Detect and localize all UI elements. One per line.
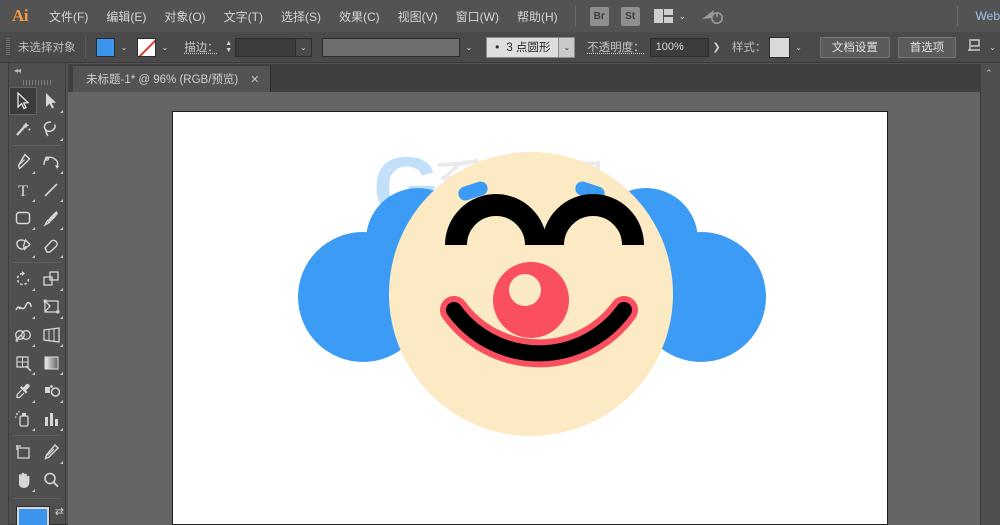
illustrator-window: Ai 文件(F) 编辑(E) 对象(O) 文字(T) 选择(S) 效果(C) 视…	[0, 0, 1000, 525]
tools-panel-collapse-button[interactable]: ◂◂	[9, 63, 65, 77]
artboard[interactable]: G 系统网 system.com	[172, 111, 888, 525]
pen-tool[interactable]	[9, 148, 37, 176]
gradient-tool[interactable]	[37, 349, 65, 377]
stroke-weight-label[interactable]: 描边：	[184, 39, 219, 55]
artboard-tool[interactable]	[9, 438, 37, 466]
right-panel-dock[interactable]: ⌃	[980, 64, 1000, 525]
column-graph-tool[interactable]	[37, 405, 65, 433]
direct-selection-tool[interactable]	[37, 87, 65, 115]
stroke-weight-chevron-down-icon[interactable]: ⌄	[296, 37, 312, 57]
control-divider-1	[85, 36, 87, 58]
menu-type[interactable]: 文字(T)	[215, 0, 272, 32]
menu-edit[interactable]: 编辑(E)	[97, 0, 155, 32]
style-label: 样式：	[731, 42, 767, 54]
tools-divider-4	[13, 498, 61, 499]
tools-divider-2	[13, 262, 61, 263]
fill-stroke-color-picker: ⇄	[9, 503, 68, 525]
artwork-clown-face[interactable]: G 系统网 system.com	[173, 112, 889, 525]
eyedropper-tool[interactable]	[9, 377, 37, 405]
style-chevron-down-icon[interactable]: ⌄	[791, 38, 806, 57]
svg-text:T: T	[18, 183, 28, 199]
type-tool[interactable]: T	[9, 176, 37, 204]
rotate-tool[interactable]	[9, 265, 37, 293]
opacity-label[interactable]: 不透明度：	[587, 39, 645, 55]
free-transform-tool[interactable]	[37, 293, 65, 321]
selection-status-label: 未选择对象	[17, 42, 76, 54]
app-logo-icon: Ai	[12, 6, 29, 25]
curvature-tool[interactable]	[37, 148, 65, 176]
preferences-button[interactable]: 首选项	[897, 36, 957, 58]
tools-panel-grip[interactable]	[9, 77, 65, 87]
stroke-profile-label: 3 点圆形	[506, 42, 551, 54]
canvas-area[interactable]: G 系统网 system.com	[68, 92, 980, 525]
creative-cloud-sync-icon[interactable]	[700, 7, 726, 25]
symbol-sprayer-tool[interactable]	[9, 405, 37, 433]
bridge-button[interactable]: Br	[589, 6, 609, 26]
tools-grid: T	[9, 87, 65, 494]
document-tab-bar: 未标题-1* @ 96% (RGB/预览) ✕	[68, 64, 1000, 92]
hand-tool[interactable]	[9, 466, 37, 494]
menu-view[interactable]: 视图(V)	[389, 0, 447, 32]
menu-bar: Ai 文件(F) 编辑(E) 对象(O) 文字(T) 选择(S) 效果(C) 视…	[0, 0, 1000, 32]
menubar-divider-1	[574, 6, 576, 26]
tools-divider-1	[13, 145, 61, 146]
brush-definition-field[interactable]	[321, 37, 461, 57]
shaper-tool[interactable]	[9, 232, 37, 260]
magic-wand-tool[interactable]	[9, 115, 37, 143]
stroke-swatch-none[interactable]	[137, 37, 157, 57]
align-flag-icon[interactable]	[966, 37, 984, 58]
line-segment-tool[interactable]	[37, 176, 65, 204]
graphic-style-swatch[interactable]	[769, 36, 791, 58]
control-bar-grip[interactable]	[6, 38, 10, 56]
lasso-tool[interactable]	[37, 115, 65, 143]
fill-color-control[interactable]: ⌄	[96, 37, 131, 57]
arrange-chevron-down-icon[interactable]: ⌄	[679, 11, 687, 22]
clown-nose	[493, 262, 569, 338]
width-tool[interactable]	[9, 293, 37, 321]
brush-chevron-down-icon[interactable]: ⌄	[461, 38, 476, 57]
menu-window[interactable]: 窗口(W)	[447, 0, 508, 32]
menu-help[interactable]: 帮助(H)	[508, 0, 567, 32]
stroke-weight-stepper[interactable]: ▲ ▼	[223, 38, 235, 57]
align-chevron-down-icon[interactable]: ⌄	[985, 38, 1000, 57]
fill-color-swatch[interactable]	[16, 506, 50, 525]
fill-chevron-down-icon[interactable]: ⌄	[116, 38, 131, 57]
fill-swatch[interactable]	[96, 37, 116, 57]
workspace-switcher[interactable]: Web	[976, 9, 1000, 23]
menu-object[interactable]: 对象(O)	[155, 0, 214, 32]
control-bar: 未选择对象 ⌄ ⌄ 描边： ▲ ▼ ⌄ ⌄ • 3 点圆形 ⌄ 不透明度： 100…	[0, 32, 1000, 63]
rectangle-tool[interactable]	[9, 204, 37, 232]
zoom-tool[interactable]	[37, 466, 65, 494]
tools-panel: ◂◂ T ⇄	[8, 62, 68, 525]
document-setup-button[interactable]: 文档设置	[819, 36, 890, 58]
perspective-grid-tool[interactable]	[37, 321, 65, 349]
scale-tool[interactable]	[37, 265, 65, 293]
selection-tool[interactable]	[9, 87, 37, 115]
eraser-tool[interactable]	[37, 232, 65, 260]
stroke-weight-input[interactable]	[234, 37, 297, 57]
mesh-tool[interactable]	[9, 349, 37, 377]
right-dock-collapse-icon[interactable]: ⌃	[981, 64, 1000, 79]
stock-button[interactable]: St	[620, 6, 640, 26]
opacity-expand-icon[interactable]: ❯	[709, 38, 724, 57]
document-tab-title: 未标题-1* @ 96% (RGB/预览)	[86, 74, 239, 86]
stroke-chevron-down-icon[interactable]: ⌄	[157, 38, 172, 57]
paintbrush-tool[interactable]	[37, 204, 65, 232]
blend-tool[interactable]	[37, 377, 65, 405]
arrange-documents-icon[interactable]	[653, 9, 674, 23]
slice-tool[interactable]	[37, 438, 65, 466]
stroke-profile-chevron-down-icon[interactable]: ⌄	[559, 36, 576, 58]
stroke-profile-select[interactable]: • 3 点圆形	[486, 36, 560, 58]
menu-effect[interactable]: 效果(C)	[330, 0, 389, 32]
close-icon[interactable]: ✕	[250, 73, 259, 86]
menu-file[interactable]: 文件(F)	[40, 0, 97, 32]
tools-divider-3	[13, 435, 61, 436]
menubar-divider-2	[956, 6, 958, 26]
opacity-input[interactable]: 100%	[649, 37, 710, 57]
swap-fill-stroke-icon[interactable]: ⇄	[55, 505, 64, 518]
stroke-color-control[interactable]: ⌄	[137, 37, 172, 57]
shape-builder-tool[interactable]	[9, 321, 37, 349]
menu-select[interactable]: 选择(S)	[272, 0, 330, 32]
document-tab[interactable]: 未标题-1* @ 96% (RGB/预览) ✕	[73, 66, 272, 92]
